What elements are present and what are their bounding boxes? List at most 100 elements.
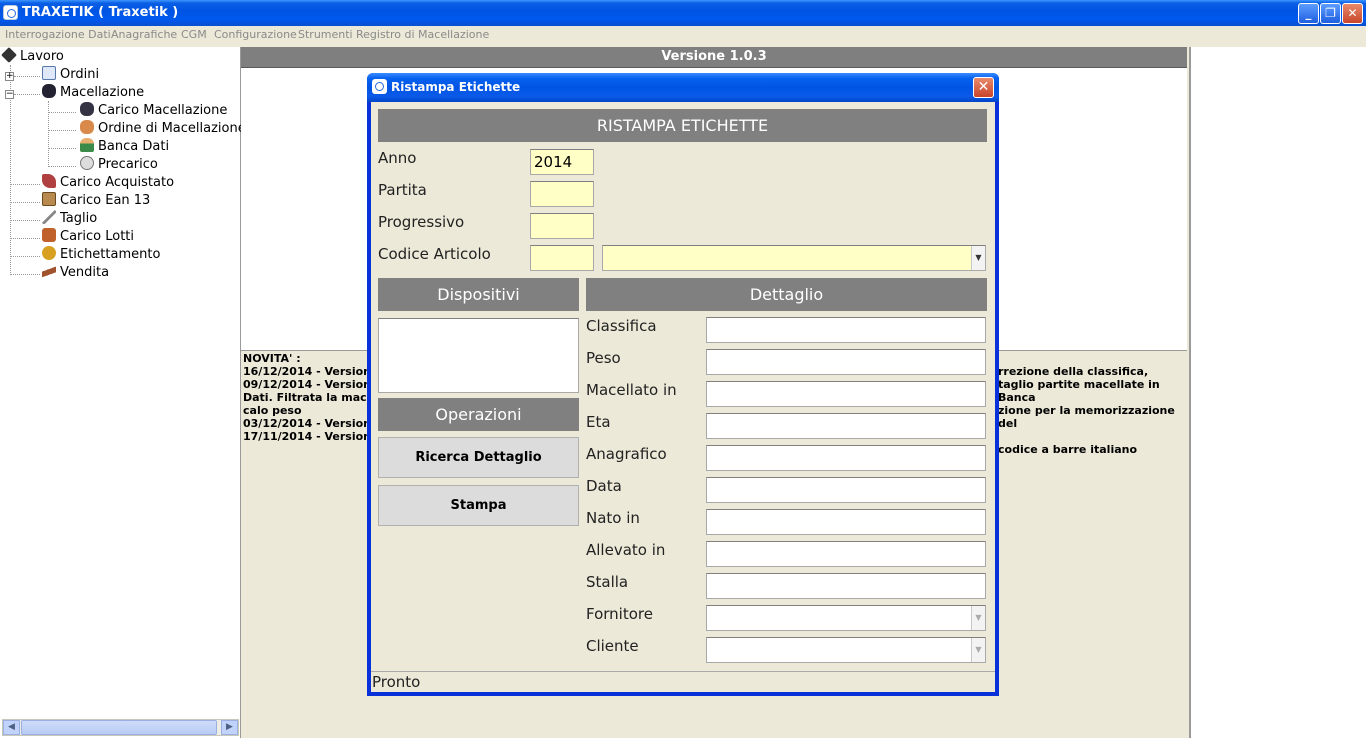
menu-strumenti[interactable]: Strumenti	[298, 28, 353, 41]
window-titlebar: TRAXETIK ( Traxetik )	[0, 0, 1366, 26]
progressivo-field[interactable]	[530, 213, 594, 239]
tree-item-ordine-di-macellazione[interactable]: Ordine di Macellazione	[80, 120, 246, 138]
anno-field[interactable]: 2014	[530, 149, 594, 175]
navigation-tree: + − Lavoro Ordini Macellazione Carico Ma…	[0, 47, 246, 738]
menu-registro-di-macellazione[interactable]: Registro di Macellazione	[356, 28, 489, 41]
tree-item-vendita[interactable]: Vendita	[42, 264, 109, 282]
anagrafico-label: Anagrafico	[586, 445, 667, 463]
tree-item-macellazione[interactable]: Macellazione	[42, 84, 144, 102]
tree-label: Carico Acquistato	[60, 175, 175, 190]
notepad-icon	[42, 66, 56, 80]
dettaglio-header: Dettaglio	[586, 278, 987, 311]
dialog-close-button[interactable]: ✕	[973, 77, 994, 98]
cliente-dropdown[interactable]: ▼	[706, 637, 986, 663]
dialog-body: RISTAMPA ETICHETTE Anno 2014 Partita Pro…	[371, 102, 995, 692]
scroll-right-button[interactable]: ▶	[221, 720, 238, 735]
dispositivi-list[interactable]	[378, 318, 579, 393]
dispositivi-header: Dispositivi	[378, 278, 579, 311]
tree-connector	[10, 274, 40, 275]
meat-icon	[42, 174, 56, 188]
menu-configurazione[interactable]: Configurazione	[214, 28, 297, 41]
version-bar: Versione 1.0.3	[241, 47, 1187, 68]
codice-articolo-dropdown[interactable]: ▼	[602, 245, 986, 271]
tree-label: Lavoro	[20, 49, 64, 64]
anagrafico-field[interactable]	[706, 445, 986, 471]
tree-item-etichettamento[interactable]: Etichettamento	[42, 246, 160, 264]
menu-cgm[interactable]: CGM	[181, 28, 207, 41]
news-line: taglio partite macellate in Banca	[998, 378, 1160, 404]
allevato-in-label: Allevato in	[586, 541, 666, 559]
status-bar: Pronto	[371, 671, 995, 692]
tree-item-carico-macellazione[interactable]: Carico Macellazione	[80, 102, 227, 120]
data-field[interactable]	[706, 477, 986, 503]
tree-root-lavoro[interactable]: Lavoro	[1, 47, 64, 66]
dropdown-arrow-icon[interactable]: ▼	[971, 638, 985, 662]
scroll-thumb[interactable]	[21, 720, 217, 735]
stampa-button[interactable]: Stampa	[378, 485, 579, 526]
right-panel	[1189, 47, 1366, 738]
expand-ordini-toggle[interactable]: +	[5, 72, 14, 81]
ricerca-dettaglio-button[interactable]: Ricerca Dettaglio	[378, 437, 579, 478]
tree-connector	[10, 238, 40, 239]
partita-field[interactable]	[530, 181, 594, 207]
cow-icon	[80, 102, 94, 116]
tree-label: Banca Dati	[98, 139, 170, 154]
peso-label: Peso	[586, 349, 621, 367]
tree-label: Taglio	[60, 211, 98, 226]
ristampa-etichette-dialog: Ristampa Etichette ✕ RISTAMPA ETICHETTE …	[367, 73, 999, 696]
tree-item-carico-ean-13[interactable]: Carico Ean 13	[42, 192, 150, 210]
tree-item-taglio[interactable]: Taglio	[42, 210, 97, 228]
tree-connector	[10, 184, 40, 185]
dialog-app-icon	[372, 79, 387, 94]
codice-articolo-field[interactable]	[530, 245, 594, 271]
minimize-button[interactable]: _	[1298, 3, 1319, 24]
dropdown-arrow-icon[interactable]: ▼	[971, 606, 985, 630]
dropdown-arrow-icon[interactable]: ▼	[971, 246, 985, 270]
tree-horizontal-scrollbar[interactable]: ◀ ▶	[2, 719, 239, 736]
menu-bar: Interrogazione Dati Anagrafiche CGM Conf…	[0, 26, 1366, 45]
tree-connector	[14, 94, 40, 95]
tree-connector	[48, 112, 76, 113]
tree-label: Carico Macellazione	[98, 103, 228, 118]
tree-item-carico-lotti[interactable]: Carico Lotti	[42, 228, 134, 246]
eta-field[interactable]	[706, 413, 986, 439]
fornitore-dropdown[interactable]: ▼	[706, 605, 986, 631]
tree-label: Ordine di Macellazione	[98, 121, 246, 136]
person-icon	[80, 138, 94, 152]
peso-field[interactable]	[706, 349, 986, 375]
stalla-field[interactable]	[706, 573, 986, 599]
allevato-in-field[interactable]	[706, 541, 986, 567]
scroll-left-button[interactable]: ◀	[3, 720, 20, 735]
collapse-macellazione-toggle[interactable]: −	[5, 90, 14, 99]
close-button[interactable]: ✕	[1342, 3, 1363, 24]
tree-item-ordini[interactable]: Ordini	[42, 66, 99, 84]
tree-connector	[48, 101, 49, 167]
cow-icon	[42, 84, 56, 98]
classifica-field[interactable]	[706, 317, 986, 343]
partita-label: Partita	[378, 181, 427, 199]
macellato-in-label: Macellato in	[586, 381, 677, 399]
menu-anagrafiche[interactable]: Anagrafiche	[111, 28, 177, 41]
restore-button[interactable]: ❐	[1320, 3, 1341, 24]
cliente-label: Cliente	[586, 637, 639, 655]
app-icon	[3, 5, 18, 20]
version-label: Versione 1.0.3	[661, 49, 767, 64]
animal-icon	[80, 120, 94, 134]
fornitore-label: Fornitore	[586, 605, 653, 623]
label-icon	[42, 246, 56, 260]
macellato-in-field[interactable]	[706, 381, 986, 407]
tree-label: Vendita	[60, 265, 110, 280]
lots-icon	[42, 228, 56, 242]
news-line: rrezione della classifica,	[998, 365, 1149, 378]
nato-in-field[interactable]	[706, 509, 986, 535]
knife-icon	[42, 210, 56, 224]
tree-item-banca-dati[interactable]: Banca Dati	[80, 138, 169, 156]
anno-label: Anno	[378, 149, 417, 167]
tree-item-carico-acquistato[interactable]: Carico Acquistato	[42, 174, 174, 192]
eta-label: Eta	[586, 413, 611, 431]
stalla-label: Stalla	[586, 573, 629, 591]
operazioni-header: Operazioni	[378, 398, 579, 431]
tree-item-precarico[interactable]: Precarico	[80, 156, 158, 174]
menu-interrogazione-dati[interactable]: Interrogazione Dati	[5, 28, 111, 41]
nato-in-label: Nato in	[586, 509, 640, 527]
